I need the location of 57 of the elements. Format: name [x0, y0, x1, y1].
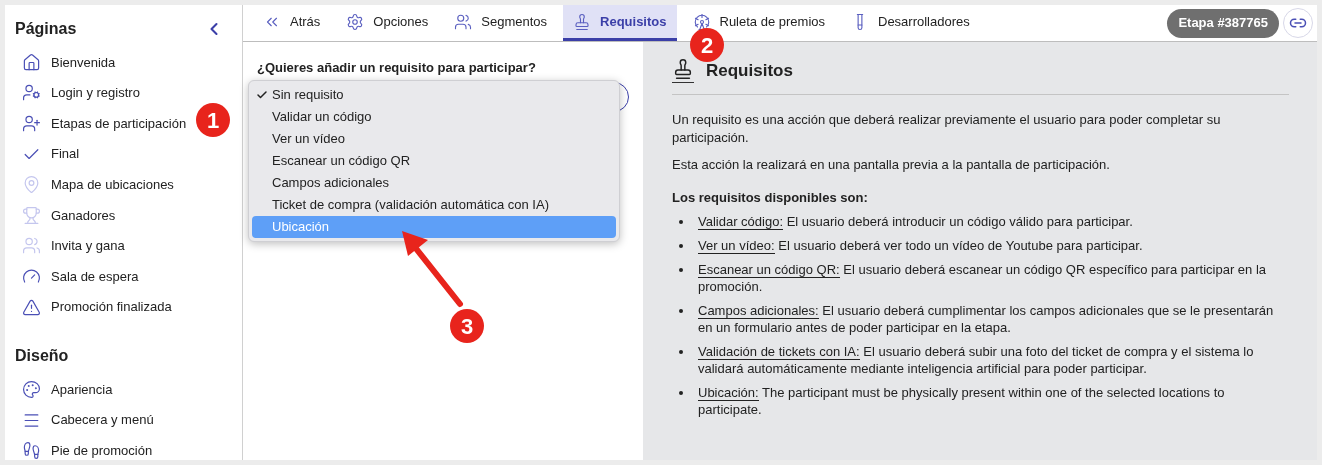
- settings-icon: [346, 12, 365, 31]
- warning-icon: [22, 297, 41, 317]
- wheel-icon: [692, 12, 711, 31]
- help-paragraph: Esta acción la realizará en una pantalla previa a la pantalla de participación.: [672, 155, 1111, 174]
- sidebar-item[interactable]: Apariencia: [51, 379, 113, 400]
- sidebar-item[interactable]: Pie de promoción: [51, 441, 153, 461]
- section-heading: Diseño: [15, 346, 69, 367]
- bullet: [679, 391, 683, 395]
- dropdown-option[interactable]: Ticket de compra (validación automática con IA): [252, 194, 616, 216]
- dropdown-option[interactable]: Campos adicionales: [252, 172, 616, 194]
- bullet: [679, 244, 683, 248]
- stamp-icon: [573, 12, 592, 31]
- requirement-description: Validación de tickets con IA: El usuario deberá subir una foto del ticket de compra y el sistema lo validará automáticamente mediante inteligencia artificial para poder participar.: [698, 343, 1255, 377]
- requirement-description: Ver un vídeo: El usuario deberá ver todo un vídeo de Youtube para participar.: [698, 237, 1143, 254]
- dropdown-option[interactable]: Escanear un código QR: [252, 150, 616, 172]
- dropdown-option[interactable]: Validar un código: [252, 106, 616, 128]
- dropdown-option[interactable]: Sin requisito: [252, 84, 616, 106]
- users-icon: [22, 236, 41, 256]
- requirement-description: Campos adicionales: El usuario deberá cumplimentar los campos adicionales que se le presentarán en un formulario antes de poder participar en la etapa.: [698, 302, 1275, 336]
- sidebar-item[interactable]: Final: [51, 144, 80, 164]
- stamp-icon: [672, 58, 694, 81]
- help-title: Requisitos: [706, 60, 793, 82]
- sidebar-item[interactable]: Etapas de participación: [51, 113, 187, 134]
- sidebar-item[interactable]: Login y registro: [51, 83, 140, 103]
- sidebar-item[interactable]: Invita y gana: [51, 236, 125, 256]
- sidebar-item[interactable]: Bienvenida: [51, 52, 116, 73]
- tab[interactable]: Opciones: [336, 5, 439, 41]
- tab[interactable]: Atrás: [253, 5, 331, 41]
- footprints-icon: [22, 441, 41, 461]
- sidebar-item[interactable]: Mapa de ubicaciones: [51, 174, 174, 195]
- tab[interactable]: Desarrolladores: [841, 5, 980, 41]
- field-label: ¿Quieres añadir un requisito para participar?: [257, 59, 537, 77]
- map-pin-icon: [22, 175, 41, 195]
- section-heading: Páginas: [15, 19, 77, 39]
- sidebar-item[interactable]: Ganadores: [51, 205, 116, 225]
- user-gear-icon: [22, 83, 41, 103]
- requirement-description: Validar código: El usuario deberá introducir un código válido para participar.: [698, 213, 1133, 230]
- tab[interactable]: Requisitos: [563, 5, 677, 41]
- requirement-description: Ubicación: The participant must be physically present within one of the selected locations to participate.: [698, 384, 1226, 418]
- users-icon: [454, 12, 473, 31]
- bullet: [679, 220, 683, 224]
- help-paragraph: Un requisito es una acción que deberá realizar previamente el usuario para poder completar su participación.: [672, 110, 1222, 147]
- bullet: [679, 309, 683, 313]
- sidebar-item[interactable]: Promoción finalizada: [51, 297, 172, 317]
- tab[interactable]: Segmentos: [444, 5, 558, 41]
- sidebar-item[interactable]: Sala de espera: [51, 266, 139, 287]
- dropdown-option[interactable]: Ver un vídeo: [252, 128, 616, 150]
- list-heading: Los requisitos disponibles son:: [672, 188, 869, 207]
- trophy-icon: [22, 205, 41, 225]
- user-plus-icon: [22, 114, 41, 133]
- palette-icon: [22, 380, 41, 400]
- requirement-description: Escanear un código QR: El usuario deberá escanear un código QR específico para participar en la promoción.: [698, 261, 1267, 295]
- bullet: [679, 268, 683, 272]
- sidebar-item[interactable]: Cabecera y menú: [51, 410, 154, 430]
- house-icon: [22, 52, 41, 72]
- stage-badge: Etapa #387765: [1167, 8, 1279, 38]
- bullet: [679, 350, 683, 354]
